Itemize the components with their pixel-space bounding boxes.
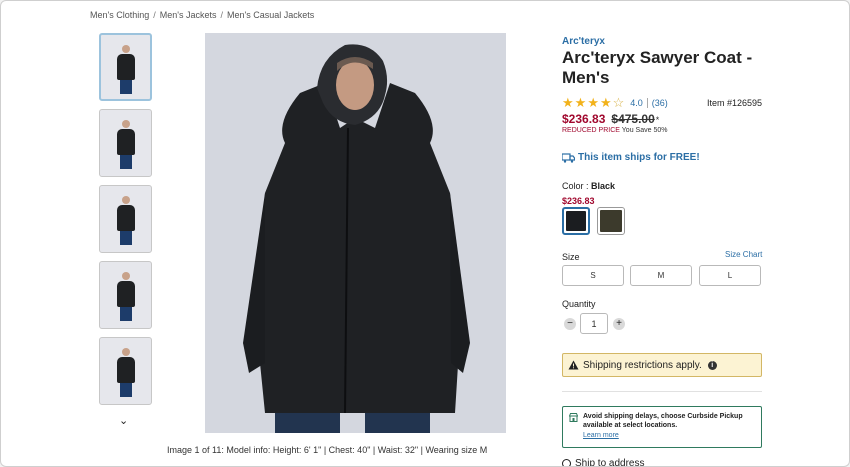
star-icon: ★ — [599, 95, 612, 110]
size-label: Size — [562, 252, 580, 262]
star-icon: ★ — [562, 95, 574, 110]
star-icon: ★ — [574, 95, 587, 110]
size-chart-link[interactable]: Size Chart — [725, 250, 762, 259]
section-divider — [562, 391, 762, 392]
swatch-fill — [566, 211, 586, 231]
price-row: $236.83 $475.00 * — [562, 112, 659, 126]
size-button-s[interactable]: S — [562, 265, 624, 286]
breadcrumb-mens-clothing[interactable]: Men's Clothing — [90, 10, 149, 20]
free-shipping-banner: This item ships for FREE! — [562, 152, 700, 163]
thumbnail-front[interactable] — [99, 33, 152, 101]
breadcrumb-mens-jackets[interactable]: Men's Jackets — [160, 10, 217, 20]
size-button-m[interactable]: M — [630, 265, 692, 286]
color-price: $236.83 — [562, 196, 595, 206]
brand-link[interactable]: Arc'teryx — [562, 36, 605, 47]
ship-to-address-option[interactable]: Ship to address — [562, 458, 645, 467]
store-icon — [569, 413, 578, 422]
chevron-down-icon[interactable]: ⌄ — [119, 414, 128, 427]
learn-more-link[interactable]: Learn more — [583, 432, 755, 439]
reduced-price-label: REDUCED PRICE — [562, 127, 620, 134]
rating-divider — [646, 98, 648, 108]
star-outline-icon: ☆ — [612, 95, 625, 110]
shipping-restrictions-text: Shipping restrictions apply. — [583, 359, 702, 371]
star-rating[interactable]: ★ ★ ★ ★ ☆ — [562, 95, 625, 110]
curbside-message: Avoid shipping delays, choose Curbside P… — [583, 413, 743, 429]
item-number: Item #126595 — [706, 98, 762, 108]
you-save-text: You Save 50% — [621, 127, 668, 134]
thumbnail-open[interactable] — [99, 185, 152, 253]
thumbnail-back[interactable] — [99, 109, 152, 177]
selected-color-name: Black — [591, 181, 616, 191]
radio-button[interactable] — [562, 459, 571, 466]
price-footnote[interactable]: * — [656, 115, 660, 125]
quantity-input[interactable]: 1 — [580, 313, 608, 334]
breadcrumb: Men's Clothing / Men's Jackets / Men's C… — [90, 10, 314, 20]
original-price: $475.00 — [611, 112, 655, 126]
curbside-pickup-notice: Avoid shipping delays, choose Curbside P… — [562, 406, 762, 448]
ship-to-address-label: Ship to address — [575, 458, 645, 467]
shipping-restrictions-alert: Shipping restrictions apply. i — [562, 353, 762, 377]
thumbnail-full-length[interactable] — [99, 261, 152, 329]
thumbnail-side[interactable] — [99, 337, 152, 405]
breadcrumb-mens-casual-jackets[interactable]: Men's Casual Jackets — [227, 10, 314, 20]
warning-icon — [568, 360, 579, 370]
reduced-price-note: REDUCED PRICE You Save 50% — [562, 127, 667, 134]
star-icon: ★ — [587, 95, 599, 110]
main-product-image[interactable] — [205, 33, 506, 433]
quantity-increment-button[interactable]: + — [613, 318, 625, 330]
truck-icon — [562, 152, 575, 163]
quantity-label: Quantity — [562, 299, 596, 309]
product-page: Men's Clothing / Men's Jackets / Men's C… — [0, 0, 850, 467]
jacket-model-image — [205, 33, 506, 433]
info-icon[interactable]: i — [707, 360, 717, 370]
image-caption: Image 1 of 11: Model info: Height: 6' 1"… — [167, 445, 488, 455]
free-shipping-text: This item ships for FREE! — [578, 152, 700, 163]
color-swatch-black[interactable] — [562, 207, 590, 235]
breadcrumb-separator: / — [220, 10, 224, 20]
thumbnail-strip — [99, 33, 154, 413]
color-label-prefix: Color : — [562, 181, 589, 191]
review-count-link[interactable]: (36) — [652, 98, 668, 108]
swatch-fill — [600, 210, 622, 232]
rating-value[interactable]: 4.0 — [630, 98, 643, 108]
breadcrumb-separator: / — [153, 10, 156, 20]
product-title: Arc'teryx Sawyer Coat - Men's — [562, 48, 753, 87]
rating-row: ★ ★ ★ ★ ☆ 4.0 (36) Item #126595 — [562, 95, 762, 110]
quantity-decrement-button[interactable]: − — [564, 318, 576, 330]
sale-price: $236.83 — [562, 112, 606, 126]
color-swatch-olive[interactable] — [597, 207, 625, 235]
size-button-l[interactable]: L — [699, 265, 761, 286]
color-label: Color : Black — [562, 181, 615, 191]
